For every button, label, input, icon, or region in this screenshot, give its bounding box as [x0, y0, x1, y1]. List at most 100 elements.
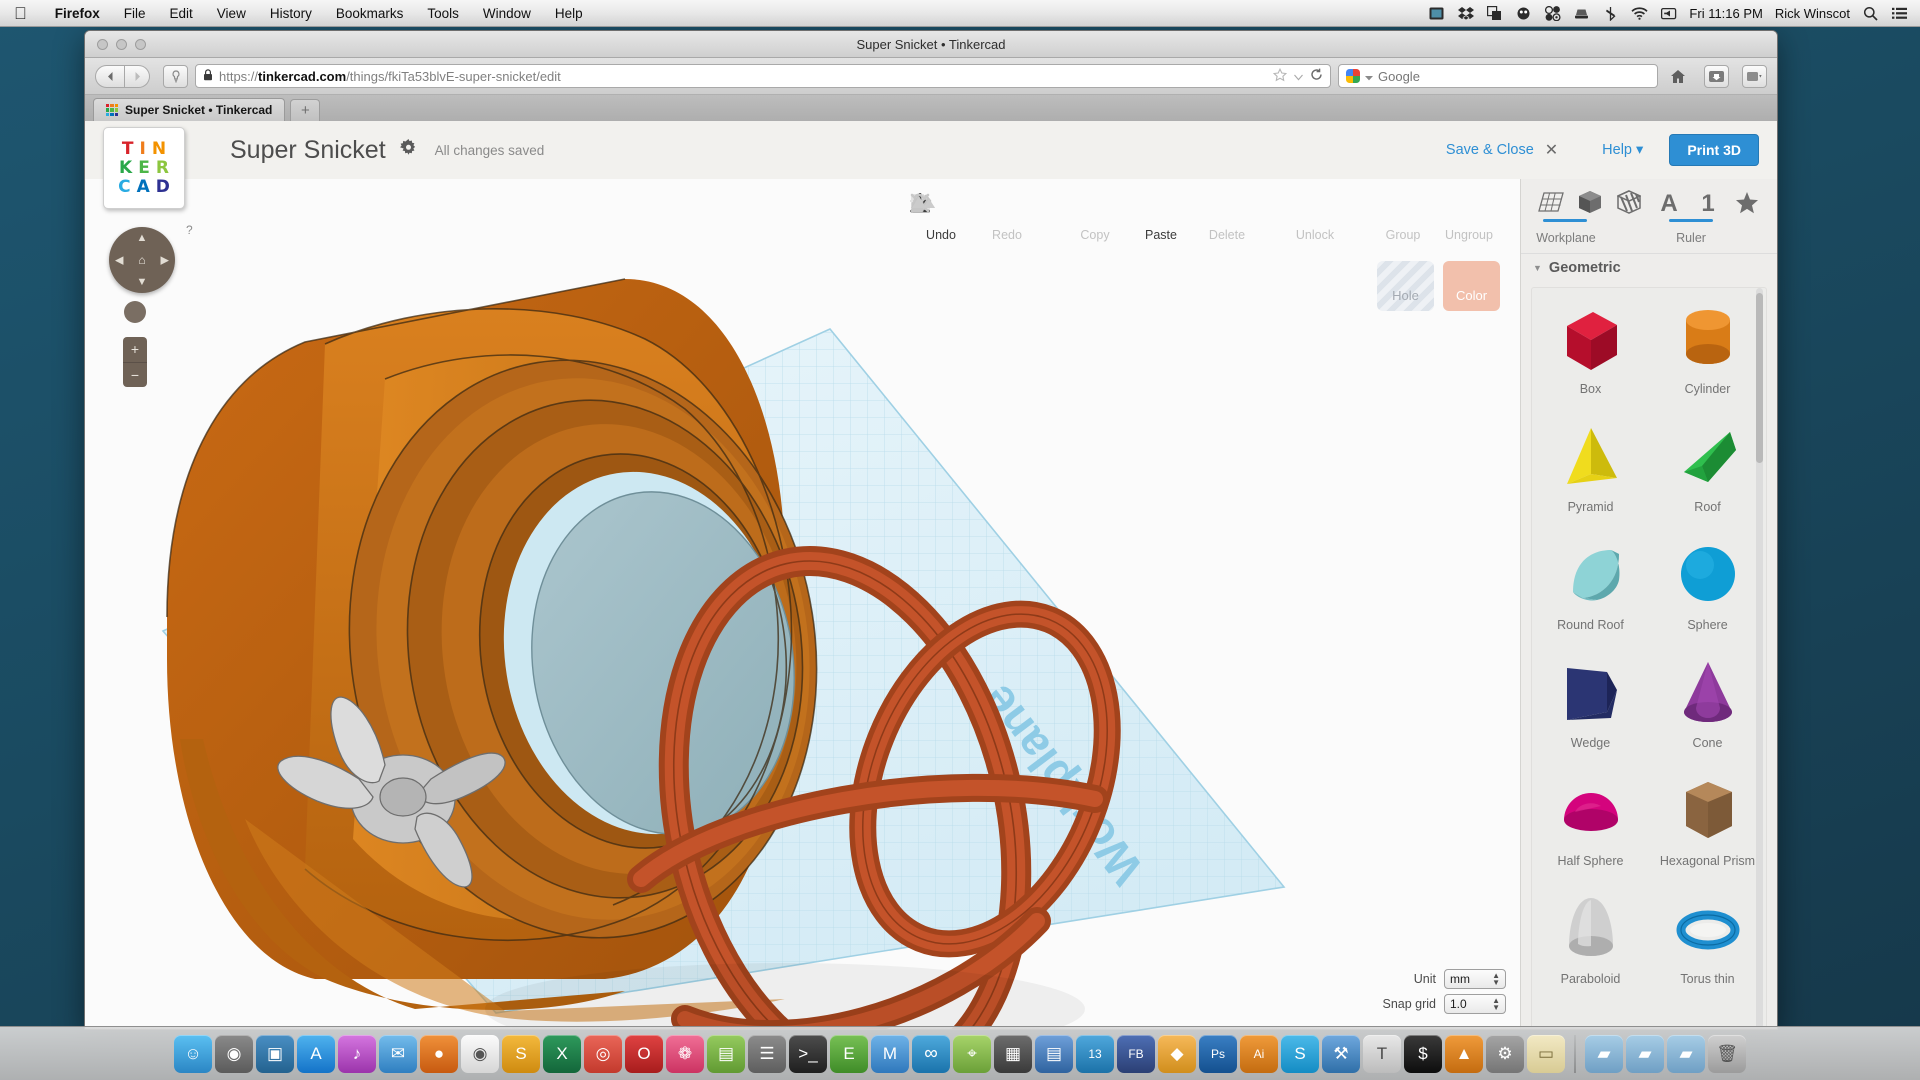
dock-item-app-store[interactable]: A: [297, 1034, 335, 1073]
menu-item-edit[interactable]: Edit: [158, 6, 205, 21]
dock-item-folder-2[interactable]: ▰: [1626, 1034, 1664, 1073]
dock-item-infinity[interactable]: ∞: [912, 1034, 950, 1073]
menu-bar-clock[interactable]: Fri 11:16 PM: [1689, 6, 1762, 21]
star-favorites-icon[interactable]: [1732, 187, 1762, 217]
dock-item-documents[interactable]: ▭: [1527, 1034, 1565, 1073]
minimize-window-button[interactable]: [116, 39, 127, 50]
unit-select[interactable]: mm ▲ ▼: [1444, 969, 1506, 989]
dock-item-sublime[interactable]: S: [502, 1034, 540, 1073]
shape-item-paraboloid[interactable]: Paraboloid: [1532, 884, 1649, 1002]
redo-button[interactable]: Redo: [913, 193, 1038, 249]
number-one-icon[interactable]: 1: [1693, 187, 1723, 217]
home-icon[interactable]: [1665, 64, 1691, 88]
zoom-in-button[interactable]: +: [123, 337, 147, 363]
dock-item-folder-1[interactable]: ▰: [1585, 1034, 1623, 1073]
tab-label-workplane[interactable]: Workplane: [1525, 231, 1607, 245]
text-letter-a-icon[interactable]: A: [1654, 187, 1684, 217]
scrollbar-thumb[interactable]: [1756, 293, 1763, 463]
dock-item-launchpad[interactable]: ◉: [215, 1034, 253, 1073]
print-3d-button[interactable]: Print 3D: [1669, 134, 1759, 166]
dock-item-excel[interactable]: X: [543, 1034, 581, 1073]
paste-button[interactable]: Paste: [910, 193, 1192, 249]
downloads-button[interactable]: [1704, 64, 1729, 88]
gear-icon[interactable]: [399, 139, 417, 161]
menu-item-tools[interactable]: Tools: [415, 6, 471, 21]
back-button[interactable]: [95, 64, 125, 88]
dock-item-finder[interactable]: ☺: [174, 1034, 212, 1073]
document-name[interactable]: Super Snicket: [230, 136, 386, 165]
star-icon[interactable]: [1272, 67, 1288, 85]
shape-item-pyramid[interactable]: Pyramid: [1532, 412, 1649, 530]
dock-item-photoshop[interactable]: Ps: [1199, 1034, 1237, 1073]
new-tab-button[interactable]: +: [290, 99, 321, 121]
bluetooth-icon[interactable]: [1602, 5, 1619, 22]
chevron-down-icon[interactable]: [1294, 69, 1303, 84]
shape-item-hexagonal-prism[interactable]: Hexagonal Prism: [1649, 766, 1766, 884]
dock-item-photos[interactable]: ❁: [666, 1034, 704, 1073]
reader-mode-button[interactable]: [163, 64, 188, 88]
unlock-button[interactable]: Unlock: [911, 193, 1346, 249]
solid-cube-icon[interactable]: [1575, 187, 1605, 217]
dock-item-trash[interactable]: 🗑: [1708, 1034, 1746, 1073]
notification-center-icon[interactable]: [1891, 5, 1908, 22]
copy-button[interactable]: Copy: [911, 193, 1126, 249]
group-button[interactable]: Group: [911, 193, 1434, 249]
shape-item-box[interactable]: Box: [1532, 294, 1649, 412]
shape-item-round-roof[interactable]: Round Roof: [1532, 530, 1649, 648]
zoom-window-button[interactable]: [135, 39, 146, 50]
dock-item-textmate[interactable]: T: [1363, 1034, 1401, 1073]
window-title-bar[interactable]: Super Snicket • Tinkercad: [85, 31, 1777, 58]
dock-item-reminders[interactable]: ☰: [748, 1034, 786, 1073]
firefox-menu-button[interactable]: [1742, 64, 1767, 88]
menu-item-file[interactable]: File: [112, 6, 158, 21]
dock-item-terminal[interactable]: >_: [789, 1034, 827, 1073]
forward-button[interactable]: [125, 64, 150, 88]
delete-button[interactable]: Delete: [910, 193, 1258, 249]
shape-item-cone[interactable]: Cone: [1649, 648, 1766, 766]
menu-item-firefox[interactable]: Firefox: [43, 6, 112, 21]
search-bar[interactable]: Google: [1338, 64, 1658, 88]
dock-item-illustrator[interactable]: Ai: [1240, 1034, 1278, 1073]
dock-item-paper[interactable]: ▤: [1035, 1034, 1073, 1073]
dock-item-notes[interactable]: ▤: [707, 1034, 745, 1073]
blackberry-icon[interactable]: [1515, 5, 1532, 22]
search-engine-caret-icon[interactable]: [1365, 69, 1373, 84]
menu-item-window[interactable]: Window: [471, 6, 543, 21]
menu-bar-user-name[interactable]: Rick Winscot: [1775, 6, 1850, 21]
view-orbit-widget[interactable]: ▲ ▼ ◀ ▶ ⌂: [109, 227, 175, 293]
dock-item-mailbox[interactable]: M: [871, 1034, 909, 1073]
shape-item-sphere[interactable]: Sphere: [1649, 530, 1766, 648]
dock-item-chrome[interactable]: ◎: [584, 1034, 622, 1073]
dock-item-vlc[interactable]: ▲: [1445, 1034, 1483, 1073]
spotlight-search-icon[interactable]: [1862, 5, 1879, 22]
shape-list[interactable]: Box Cylinder Pyramid Roof Round Roof Sph…: [1531, 287, 1767, 1029]
reload-icon[interactable]: [1310, 68, 1323, 84]
orbit-right-arrow-icon[interactable]: ▶: [161, 254, 169, 267]
home-view-icon[interactable]: ⌂: [138, 253, 145, 267]
tab-label-ruler[interactable]: Ruler: [1653, 231, 1729, 245]
menu-item-history[interactable]: History: [258, 6, 324, 21]
dock-item-opera[interactable]: O: [625, 1034, 663, 1073]
dock-item-evernote[interactable]: E: [830, 1034, 868, 1073]
snap-grid-select[interactable]: 1.0 ▲ ▼: [1444, 994, 1506, 1014]
dock-item-calculator[interactable]: ▦: [994, 1034, 1032, 1073]
dock-item-terminal-2[interactable]: $: [1404, 1034, 1442, 1073]
viewport-help-marker[interactable]: ?: [186, 223, 193, 237]
dock-item-itunes[interactable]: ♪: [338, 1034, 376, 1073]
dock-item-firefox[interactable]: ●: [420, 1034, 458, 1073]
zoom-out-button[interactable]: −: [123, 363, 147, 388]
shape-item-roof[interactable]: Roof: [1649, 412, 1766, 530]
dock-item-settings[interactable]: ⚙: [1486, 1034, 1524, 1073]
url-bar[interactable]: https://tinkercad.com/things/fkiTa53blvE…: [195, 64, 1331, 88]
menu-item-help[interactable]: Help: [543, 6, 595, 21]
shape-item-torus-thin[interactable]: Torus thin: [1649, 884, 1766, 1002]
shape-item-cylinder[interactable]: Cylinder: [1649, 294, 1766, 412]
hole-button[interactable]: Hole: [1377, 261, 1434, 311]
menu-item-bookmarks[interactable]: Bookmarks: [324, 6, 416, 21]
workplane-grid-icon[interactable]: [1536, 187, 1566, 217]
dock-item-skype[interactable]: S: [1281, 1034, 1319, 1073]
dock-item-mail[interactable]: ✉: [379, 1034, 417, 1073]
dock-item-safari[interactable]: ◉: [461, 1034, 499, 1073]
panel-section-header[interactable]: ▼ Geometric: [1521, 253, 1777, 281]
volume-icon[interactable]: [1660, 5, 1677, 22]
